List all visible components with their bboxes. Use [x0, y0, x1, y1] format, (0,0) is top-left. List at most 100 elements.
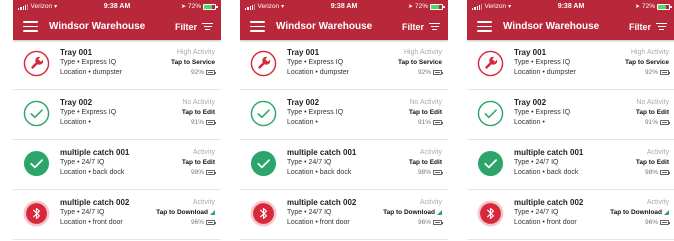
menu-icon[interactable]	[477, 21, 492, 32]
row-action[interactable]: Tap to Edit	[409, 108, 442, 118]
trap-location: Location • dumpster	[60, 68, 122, 76]
trap-status: Activity Tap to Edit 98%	[409, 148, 443, 178]
trap-row[interactable]: multiple catch 001 Type • 24/7 IQ Locati…	[240, 140, 448, 190]
device-battery: 96%	[156, 218, 216, 228]
phone-screen: Verizon ▾ 9:38 AM ➤ 72% Windsor Warehous…	[467, 0, 674, 241]
activity-label: No Activity	[182, 98, 215, 106]
trap-row[interactable]: multiple catch 002 Type • 24/7 IQ Locati…	[13, 190, 221, 240]
device-battery: 91%	[636, 118, 670, 128]
trap-status: High Activity Tap to Service 92%	[398, 48, 443, 78]
row-action-label[interactable]: Tap to Download	[156, 208, 208, 218]
menu-icon[interactable]	[23, 21, 38, 32]
trap-info: Tray 001 Type • Express IQ Location • du…	[287, 48, 398, 78]
wifi-icon: ▾	[508, 4, 512, 10]
trap-row[interactable]: Tray 001 Type • Express IQ Location • du…	[467, 40, 674, 90]
row-action-label[interactable]: Tap to Edit	[182, 108, 215, 118]
status-right: ➤ 72%	[408, 3, 445, 10]
trap-row[interactable]: multiple catch 002 Type • 24/7 IQ Locati…	[467, 190, 674, 240]
trap-info: multiple catch 001 Type • 24/7 IQ Locati…	[60, 148, 182, 178]
row-action[interactable]: Tap to Download	[383, 208, 442, 218]
row-action[interactable]: Tap to Edit	[636, 108, 669, 118]
row-action-label[interactable]: Tap to Service	[625, 58, 669, 68]
trap-info: Tray 002 Type • Express IQ Location •	[60, 98, 182, 128]
battery-icon	[660, 120, 670, 125]
row-action[interactable]: Tap to Service	[625, 58, 669, 68]
trap-row[interactable]: Tray 002 Type • Express IQ Location • No…	[240, 90, 448, 140]
row-action-label[interactable]: Tap to Edit	[636, 108, 669, 118]
row-action-label[interactable]: Tap to Edit	[409, 158, 442, 168]
check-filled-icon	[477, 150, 504, 177]
phone-battery-fill	[431, 4, 439, 9]
trap-row[interactable]: Tray 001 Type • Express IQ Location • du…	[13, 40, 221, 90]
menu-icon[interactable]	[250, 21, 265, 32]
battery-percent: 72%	[641, 3, 655, 10]
filter-label[interactable]: Filter	[629, 22, 651, 32]
bluetooth-icon	[477, 200, 504, 227]
device-battery-label: 92%	[190, 68, 204, 76]
check-filled-icon	[250, 150, 277, 177]
battery-percent: 72%	[414, 3, 428, 10]
page-title: Windsor Warehouse	[276, 21, 373, 32]
check-outline-icon	[477, 100, 504, 127]
phone-battery-fill	[658, 4, 666, 9]
phone-battery-fill	[204, 4, 212, 9]
activity-label: High Activity	[403, 48, 442, 56]
trap-row[interactable]: multiple catch 002 Type • 24/7 IQ Locati…	[240, 190, 448, 240]
battery-fill	[661, 171, 668, 174]
row-action-label[interactable]: Tap to Service	[171, 58, 215, 68]
trap-name: multiple catch 001	[287, 147, 357, 157]
wrench-icon	[23, 50, 50, 77]
row-action[interactable]: Tap to Service	[171, 58, 215, 68]
row-action[interactable]: Tap to Download	[156, 208, 215, 218]
trap-type: Type • Express IQ	[514, 108, 571, 116]
row-action[interactable]: Tap to Edit	[409, 158, 442, 168]
filter-button[interactable]: Filter	[175, 22, 213, 32]
filter-button[interactable]: Filter	[402, 22, 440, 32]
wrench-icon	[477, 50, 504, 77]
trap-location: Location • front door	[60, 218, 123, 226]
filter-label[interactable]: Filter	[175, 22, 197, 32]
page-title: Windsor Warehouse	[49, 21, 146, 32]
battery-icon	[433, 120, 443, 125]
status-right: ➤ 72%	[181, 3, 218, 10]
trap-row[interactable]: Tray 002 Type • Express IQ Location • No…	[13, 90, 221, 140]
device-battery-label: 91%	[417, 118, 431, 126]
trap-location: Location • back dock	[514, 168, 579, 176]
trap-row[interactable]: Tray 002 Type • Express IQ Location • No…	[467, 90, 674, 140]
trap-row[interactable]: Tray 001 Type • Express IQ Location • du…	[240, 40, 448, 90]
phone-battery-icon	[430, 3, 445, 10]
row-action-label[interactable]: Tap to Edit	[182, 158, 215, 168]
row-action-label[interactable]: Tap to Edit	[409, 108, 442, 118]
device-battery-label: 91%	[644, 118, 658, 126]
filter-label[interactable]: Filter	[402, 22, 424, 32]
trap-location: Location • front door	[514, 218, 577, 226]
battery-icon	[206, 170, 216, 175]
row-action[interactable]: Tap to Edit	[182, 108, 215, 118]
battery-fill	[434, 71, 441, 74]
row-action-label[interactable]: Tap to Download	[383, 208, 435, 218]
trap-type: Type • Express IQ	[287, 108, 344, 116]
filter-button[interactable]: Filter	[629, 22, 667, 32]
row-action-label[interactable]: Tap to Service	[398, 58, 442, 68]
row-action-label[interactable]: Tap to Edit	[636, 158, 669, 168]
trap-name: Tray 001	[514, 47, 547, 57]
trap-info: Tray 001 Type • Express IQ Location • du…	[60, 48, 171, 78]
trap-info: multiple catch 002 Type • 24/7 IQ Locati…	[287, 198, 383, 228]
row-action[interactable]: Tap to Edit	[182, 158, 215, 168]
status-bar: Verizon ▾ 9:38 AM ➤ 72%	[13, 0, 221, 13]
trap-row[interactable]: multiple catch 001 Type • 24/7 IQ Locati…	[13, 140, 221, 190]
row-action-label[interactable]: Tap to Download	[610, 208, 662, 218]
activity-label: No Activity	[409, 98, 442, 106]
row-action[interactable]: Tap to Download	[610, 208, 669, 218]
device-battery: 92%	[625, 68, 670, 78]
status-right: ➤ 72%	[635, 3, 672, 10]
trap-location: Location •	[514, 118, 545, 126]
trap-row[interactable]: multiple catch 001 Type • 24/7 IQ Locati…	[467, 140, 674, 190]
wifi-icon: ▾	[54, 4, 58, 10]
row-action[interactable]: Tap to Edit	[636, 158, 669, 168]
row-action[interactable]: Tap to Service	[398, 58, 442, 68]
activity-label: No Activity	[636, 98, 669, 106]
activity-label: Activity	[192, 198, 215, 206]
trap-status: No Activity Tap to Edit 91%	[409, 98, 443, 128]
trap-type: Type • 24/7 IQ	[514, 208, 559, 216]
